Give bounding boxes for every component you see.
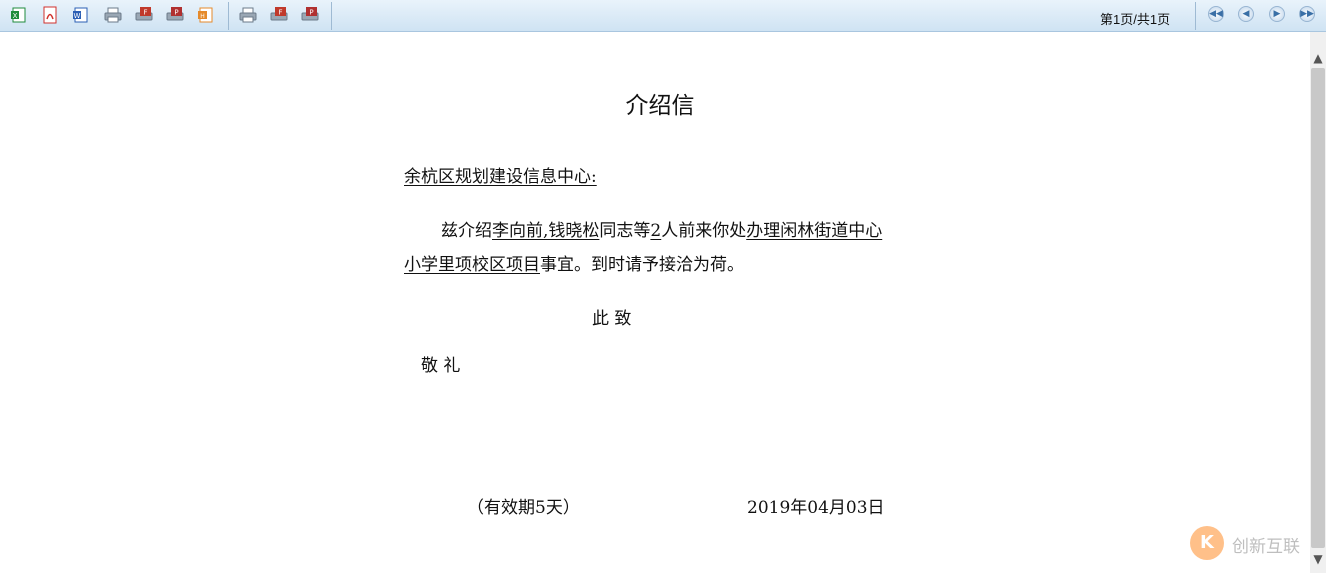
toolbar-separator — [228, 2, 229, 30]
body-prefix: 兹介绍 — [441, 221, 492, 241]
svg-text:P: P — [174, 9, 178, 17]
pdf-print-icon[interactable]: P — [301, 6, 319, 24]
first-page-icon[interactable]: ◀◀ — [1208, 6, 1224, 22]
closing-regards: 敬 礼 — [421, 356, 461, 376]
recipient-name: 余杭区规划建设信息中心: — [404, 167, 597, 187]
page-indicator: 第1页/共1页 — [1100, 12, 1171, 27]
excel-icon[interactable]: X — [10, 6, 28, 24]
watermark-icon: K — [1190, 526, 1224, 560]
svg-text:W: W — [74, 12, 81, 20]
pdf-print-icon[interactable]: P — [166, 6, 184, 24]
letter-title: 介绍信 — [625, 93, 695, 119]
closing-salutation: 此 致 — [592, 309, 632, 329]
body-suffix: 事宜。到时请予接洽为荷。 — [540, 255, 744, 275]
prev-page-icon[interactable]: ◀ — [1238, 6, 1254, 22]
body-mid: 同志等 — [599, 221, 651, 241]
svg-text:F: F — [278, 9, 282, 17]
report-toolbar: X W F P H F P 第1页/共1页 ◀◀ ◀ ▶ ▶▶ — [0, 0, 1326, 32]
pdf-icon[interactable] — [41, 6, 59, 24]
letter-date: 2019年04月03日 — [747, 498, 885, 518]
html-icon[interactable]: H — [197, 6, 215, 24]
flash-print-icon[interactable]: F — [270, 6, 288, 24]
svg-text:F: F — [143, 9, 147, 17]
body-line-2: 小学里项校区项目事宜。到时请予接洽为荷。 — [404, 250, 744, 275]
svg-text:H: H — [200, 13, 205, 20]
body-line-1: 兹介绍李向前,钱晓松同志等2人前来你处办理闲林街道中心 — [441, 216, 882, 241]
matter-text: 小学里项校区项目 — [404, 255, 540, 275]
next-page-icon[interactable]: ▶ — [1269, 6, 1285, 22]
body-mid: 人前来你处 — [661, 221, 747, 241]
recipient: 余杭区规划建设信息中心: — [404, 162, 597, 187]
matter-text: 办理闲林街道中心 — [746, 221, 883, 241]
person-names: 李向前,钱晓松 — [492, 221, 600, 241]
flash-print-icon[interactable]: F — [135, 6, 153, 24]
printer-icon[interactable] — [239, 6, 257, 24]
printer-icon[interactable] — [104, 6, 122, 24]
watermark-logo: K 创新互联 — [1188, 524, 1318, 564]
word-icon[interactable]: W — [72, 6, 90, 24]
toolbar-separator — [331, 2, 332, 30]
watermark-text: 创新互联 — [1232, 537, 1300, 557]
validity-note: （有效期5天） — [467, 498, 580, 518]
vertical-scrollbar[interactable]: ▲ ▼ — [1310, 32, 1326, 573]
svg-text:X: X — [13, 12, 18, 20]
scroll-thumb[interactable] — [1311, 68, 1325, 548]
person-count: 2 — [650, 221, 662, 241]
toolbar-separator — [1195, 2, 1196, 30]
svg-text:P: P — [309, 9, 313, 17]
scroll-up-icon[interactable]: ▲ — [1310, 50, 1326, 66]
last-page-icon[interactable]: ▶▶ — [1299, 6, 1315, 22]
